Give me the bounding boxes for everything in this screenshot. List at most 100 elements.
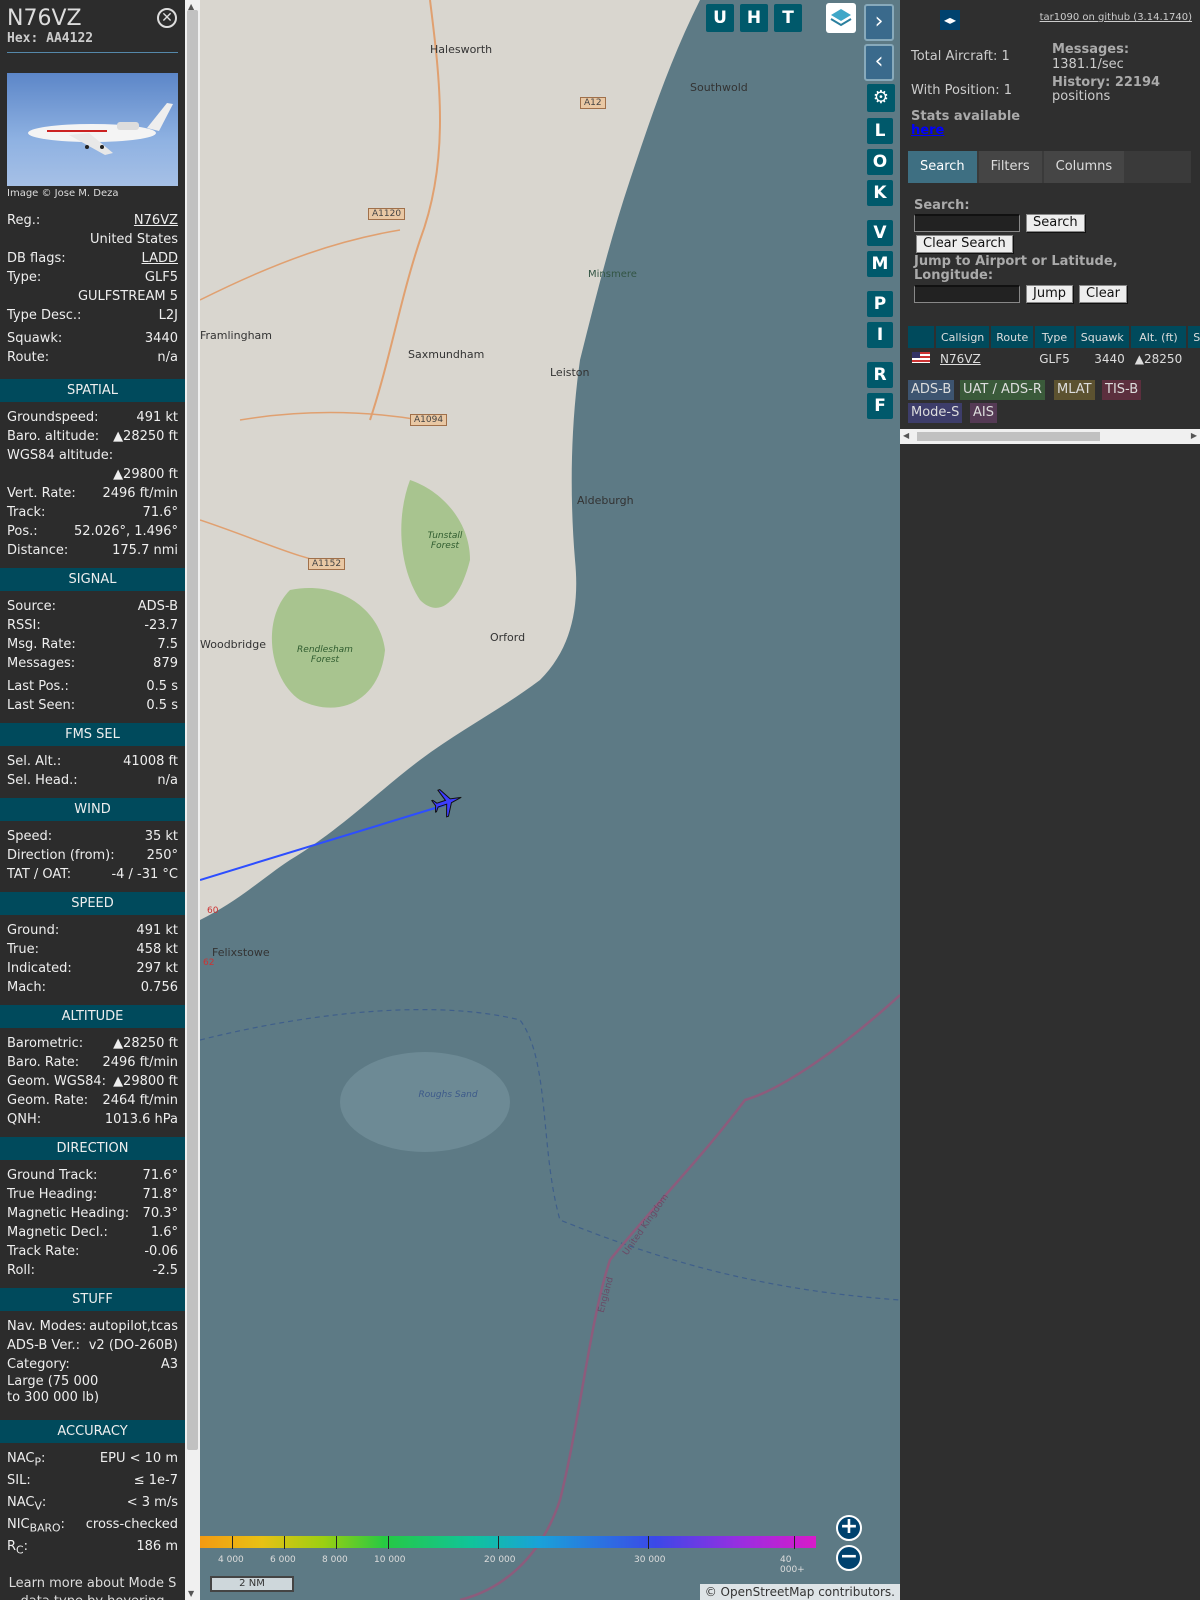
zoom-in-icon[interactable]: +	[836, 1515, 862, 1541]
legend-label: 30 000	[634, 1555, 666, 1565]
clear-button[interactable]: Clear	[1079, 285, 1127, 303]
detail-row: QNH: 1013.6 hPa	[0, 1110, 185, 1129]
chevron-left-icon[interactable]: ‹	[864, 44, 894, 81]
legend-label: 20 000	[484, 1555, 516, 1565]
map-button-t[interactable]: T	[774, 4, 802, 32]
col-altitude[interactable]: Alt. (ft)	[1130, 326, 1187, 348]
clear-search-button[interactable]: Clear Search	[916, 235, 1013, 253]
detail-label: Vert. Rate:	[7, 486, 76, 501]
map-button-h[interactable]: H	[740, 4, 768, 32]
nacp-label-sub: P	[34, 1455, 41, 1469]
jump-button[interactable]: Jump	[1026, 285, 1073, 303]
detail-row: Ground: 491 kt	[0, 921, 185, 940]
tab-search[interactable]: Search	[908, 151, 977, 183]
col-speed[interactable]: Spd	[1188, 326, 1200, 348]
row-callsign-link[interactable]: N76VZ	[940, 352, 981, 366]
tab-filters[interactable]: Filters	[978, 151, 1042, 183]
map-attribution[interactable]: © OpenStreetMap contributors.	[699, 1584, 900, 1600]
info-value[interactable]: LADD	[142, 249, 178, 268]
stats-available: Stats available here	[911, 110, 1020, 138]
tab-columns[interactable]: Columns	[1043, 151, 1125, 183]
road-label: A1152	[308, 558, 346, 570]
info-row: Type Desc.: L2J	[0, 306, 185, 325]
aircraft-photo[interactable]	[7, 73, 178, 186]
map-button-i[interactable]: I	[867, 322, 893, 348]
scroll-left-icon[interactable]: ◀	[903, 431, 909, 440]
detail-sections: SPATIAL Groundspeed: 491 kt Baro. altitude:…	[0, 379, 185, 1280]
map-button-o[interactable]: O	[867, 149, 893, 175]
info-value[interactable]: N76VZ	[134, 211, 178, 230]
aircraft-callsign: N76VZ	[7, 6, 82, 31]
map-button-f[interactable]: F	[867, 393, 893, 419]
row-squawk: 3440	[1075, 350, 1129, 368]
scroll-down-icon[interactable]: ▼	[188, 1589, 194, 1598]
source-badge-adsb[interactable]: ADS-B	[908, 380, 955, 400]
map-button-v[interactable]: V	[867, 220, 893, 246]
toggle-sidebar-icon[interactable]: ◂▸	[940, 10, 960, 30]
detail-row: Barometric: ▲28250 ft	[0, 1034, 185, 1053]
source-badge-uatadsr[interactable]: UAT / ADS-R	[960, 380, 1045, 400]
chevron-right-icon[interactable]: ›	[864, 4, 894, 41]
github-link[interactable]: tar1090 on github (3.14.1740)	[1040, 12, 1192, 23]
detail-value: 71.6°	[142, 505, 178, 520]
map-button-r[interactable]: R	[867, 362, 893, 388]
col-type[interactable]: Type	[1035, 326, 1074, 348]
info-row: United States	[0, 230, 185, 249]
close-icon[interactable]: ✕	[157, 8, 177, 28]
gear-icon[interactable]: ⚙	[867, 84, 895, 112]
zoom-out-icon[interactable]: −	[836, 1545, 862, 1571]
nav-modes-value: autopilot,tcas	[89, 1319, 178, 1334]
legend-label: 10 000	[374, 1555, 406, 1565]
map-canvas[interactable]	[200, 0, 900, 1600]
road-label: A1120	[368, 208, 406, 220]
source-badge-tisb[interactable]: TIS-B	[1102, 380, 1142, 400]
col-route[interactable]: Route	[991, 326, 1034, 348]
place-label-orford: Orford	[490, 631, 526, 644]
col-flag[interactable]	[908, 326, 934, 348]
source-badge-mlat[interactable]: MLAT	[1054, 380, 1095, 400]
search-input[interactable]	[914, 214, 1020, 232]
left-panel-scrollbar[interactable]: ▲ ▼	[185, 0, 200, 1600]
detail-value: 0.5 s	[146, 698, 178, 713]
detail-label: Roll:	[7, 1263, 36, 1278]
scroll-right-icon[interactable]: ▶	[1191, 431, 1197, 440]
map-button-u[interactable]: U	[706, 4, 734, 32]
place-label-southwold: Southwold	[690, 81, 748, 94]
section-title-fms-sel: FMS SEL	[0, 723, 185, 746]
jump-input[interactable]	[914, 285, 1020, 303]
source-badge-ais[interactable]: AIS	[970, 403, 997, 423]
aircraft-list-panel: ◂▸ tar1090 on github (3.14.1740) Total A…	[900, 0, 1200, 1600]
layers-icon[interactable]	[826, 3, 856, 33]
detail-row: Indicated: 297 kt	[0, 959, 185, 978]
map-view[interactable]: Halesworth Southwold Minsmere Framlingham Sa…	[200, 0, 900, 1600]
table-hscrollbar[interactable]: ◀ ▶	[900, 429, 1200, 444]
detail-row: Msg. Rate: 7.5	[0, 635, 185, 654]
col-callsign[interactable]: Callsign	[936, 326, 990, 348]
detail-row: Direction (from): 250°	[0, 846, 185, 865]
row-route	[991, 350, 1034, 368]
table-row[interactable]: N76VZ GLF5 3440 ▲28250	[908, 350, 1200, 368]
detail-value: ▲28250 ft	[113, 429, 178, 444]
map-button-m[interactable]: M	[867, 251, 893, 277]
map-button-k[interactable]: K	[867, 180, 893, 206]
detail-value: 35 kt	[144, 829, 178, 844]
row-callsign[interactable]: N76VZ	[936, 350, 990, 368]
aircraft-marker[interactable]	[430, 785, 464, 819]
nacv-row: NACV: < 3 m/s	[0, 1493, 185, 1515]
legend-label: 6 000	[270, 1555, 296, 1565]
legend-tick	[284, 1536, 285, 1549]
info-value: 3440	[144, 331, 178, 346]
map-button-l[interactable]: L	[867, 118, 893, 144]
col-squawk[interactable]: Squawk	[1075, 326, 1129, 348]
hscroll-thumb[interactable]	[917, 432, 1100, 441]
stats-here-link[interactable]: here	[911, 123, 944, 138]
messages-label: Messages:	[1052, 42, 1130, 57]
adsb-version-value: v2 (DO-260B)	[88, 1338, 178, 1353]
source-badge-modes[interactable]: Mode-S	[908, 403, 963, 423]
search-button[interactable]: Search	[1026, 214, 1085, 232]
nic-label-text: NIC	[7, 1517, 30, 1532]
map-button-p[interactable]: P	[867, 291, 893, 317]
scrollbar-thumb[interactable]	[187, 10, 198, 1450]
section-title-altitude: ALTITUDE	[0, 1005, 185, 1028]
table-header: Callsign Route Type Squawk Alt. (ft) Spd	[908, 326, 1200, 348]
